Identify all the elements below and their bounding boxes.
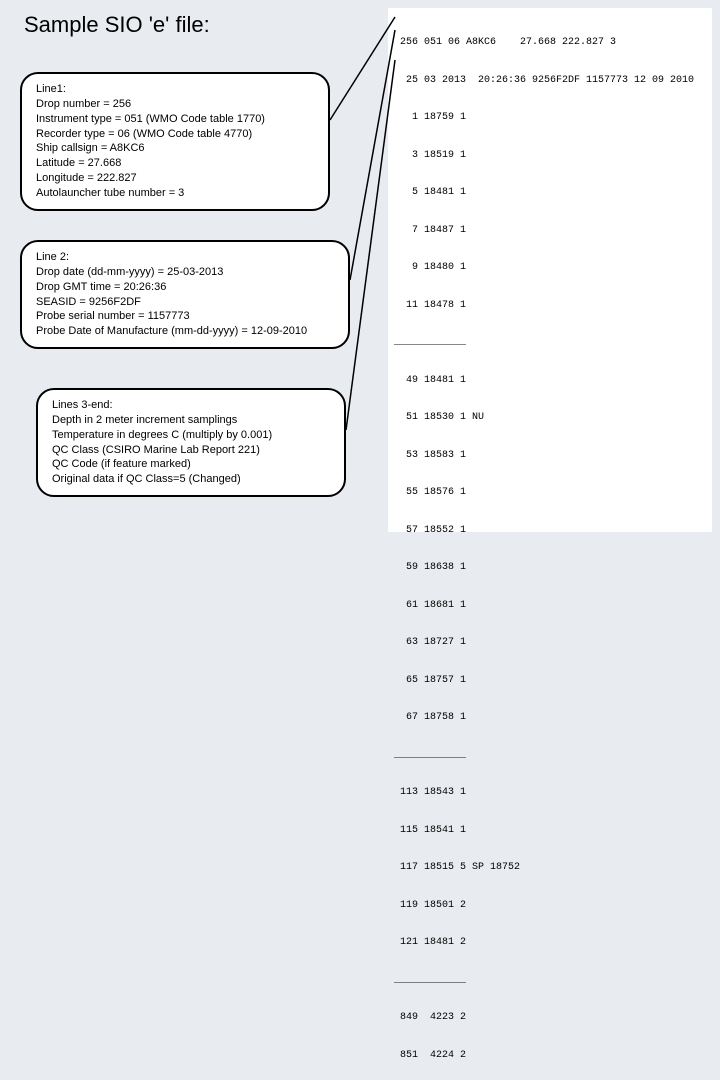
box3-l5: Original data if QC Class=5 (Changed) — [52, 472, 330, 487]
box1-l5: Latitude = 27.668 — [36, 156, 314, 171]
b3-1: 115 18541 1 — [394, 825, 706, 838]
box3-l4: QC Code (if feature marked) — [52, 457, 330, 472]
box1-l2: Instrument type = 051 (WMO Code table 17… — [36, 112, 314, 127]
box-line2: Line 2: Drop date (dd-mm-yyyy) = 25-03-2… — [20, 240, 350, 349]
b2-9: 67 18758 1 — [394, 712, 706, 725]
header-row2: 25 03 2013 20:26:36 9256F2DF 1157773 12 … — [394, 75, 706, 88]
sep3: ____________ — [394, 975, 706, 988]
box2-l2: Drop GMT time = 20:26:36 — [36, 280, 334, 295]
box2-l0: Line 2: — [36, 250, 334, 265]
box1-l7: Autolauncher tube number = 3 — [36, 186, 314, 201]
b3-4: 121 18481 2 — [394, 937, 706, 950]
b2-6: 61 18681 1 — [394, 600, 706, 613]
b2-8: 65 18757 1 — [394, 675, 706, 688]
b2-5: 59 18638 1 — [394, 562, 706, 575]
b3-3: 119 18501 2 — [394, 900, 706, 913]
b2-0: 49 18481 1 — [394, 375, 706, 388]
page-title: Sample SIO 'e' file: — [24, 12, 210, 38]
box2-l1: Drop date (dd-mm-yyyy) = 25-03-2013 — [36, 265, 334, 280]
data-panel: 256 051 06 A8KC6 27.668 222.827 3 25 03 … — [388, 8, 712, 532]
b3-0: 113 18543 1 — [394, 787, 706, 800]
box-lines3end: Lines 3-end: Depth in 2 meter increment … — [36, 388, 346, 497]
b2-3: 55 18576 1 — [394, 487, 706, 500]
b2-2: 53 18583 1 — [394, 450, 706, 463]
box3-l0: Lines 3-end: — [52, 398, 330, 413]
box1-l3: Recorder type = 06 (WMO Code table 4770) — [36, 127, 314, 142]
sep1: ____________ — [394, 337, 706, 350]
b3-2: 117 18515 5 SP 18752 — [394, 862, 706, 875]
b1-3: 7 18487 1 — [394, 225, 706, 238]
b4-1: 851 4224 2 — [394, 1050, 706, 1063]
b2-4: 57 18552 1 — [394, 525, 706, 538]
box3-l2: Temperature in degrees C (multiply by 0.… — [52, 428, 330, 443]
box1-l1: Drop number = 256 — [36, 97, 314, 112]
box3-l3: QC Class (CSIRO Marine Lab Report 221) — [52, 443, 330, 458]
b1-5: 11 18478 1 — [394, 300, 706, 313]
box-line1: Line1: Drop number = 256 Instrument type… — [20, 72, 330, 211]
b4-0: 849 4223 2 — [394, 1012, 706, 1025]
box2-l5: Probe Date of Manufacture (mm-dd-yyyy) =… — [36, 324, 334, 339]
b2-1: 51 18530 1 NU — [394, 412, 706, 425]
sep2: ____________ — [394, 750, 706, 763]
box3-l1: Depth in 2 meter increment samplings — [52, 413, 330, 428]
b1-0: 1 18759 1 — [394, 112, 706, 125]
box1-l0: Line1: — [36, 82, 314, 97]
box2-l3: SEASID = 9256F2DF — [36, 295, 334, 310]
header-row1: 256 051 06 A8KC6 27.668 222.827 3 — [394, 37, 706, 50]
box2-l4: Probe serial number = 1157773 — [36, 309, 334, 324]
b2-7: 63 18727 1 — [394, 637, 706, 650]
b1-2: 5 18481 1 — [394, 187, 706, 200]
b1-1: 3 18519 1 — [394, 150, 706, 163]
b1-4: 9 18480 1 — [394, 262, 706, 275]
box1-l4: Ship callsign = A8KC6 — [36, 141, 314, 156]
box1-l6: Longitude = 222.827 — [36, 171, 314, 186]
